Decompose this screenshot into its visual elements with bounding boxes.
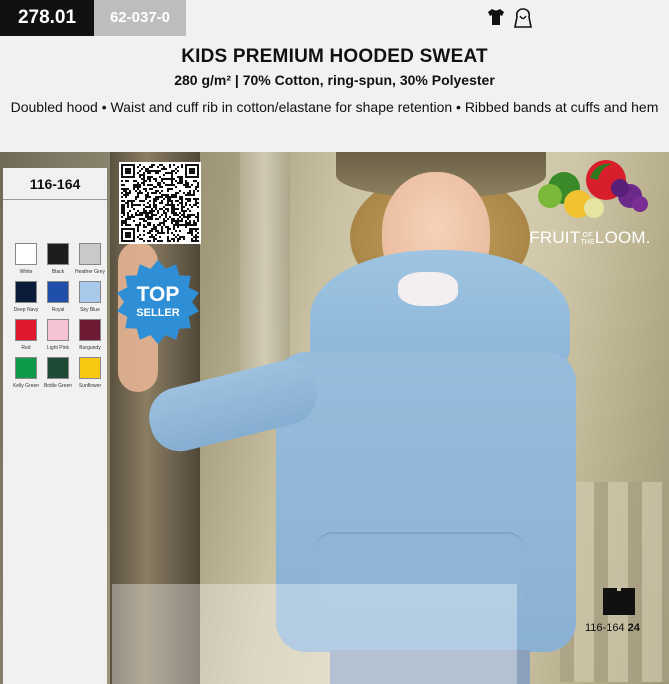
swatch-color-box	[15, 319, 37, 341]
color-swatch: Sky Blue	[74, 281, 106, 313]
swatch-label: Heather Grey	[74, 269, 105, 275]
swatch-label: Deep Navy	[13, 307, 39, 313]
product-description: Doubled hood • Waist and cuff rib in cot…	[10, 99, 659, 115]
swatch-label: Royal	[51, 307, 65, 313]
color-swatch: Bottle Green	[42, 357, 74, 389]
pack-label: 116-164 24	[585, 622, 640, 634]
product-subtitle: 280 g/m² | 70% Cotton, ring-spun, 30% Po…	[174, 72, 495, 88]
product-type-icons	[486, 7, 534, 29]
swatch-label: Red	[21, 345, 31, 351]
color-swatch: Heather Grey	[74, 243, 106, 275]
pack-quantity: 24	[627, 622, 640, 634]
pack-info: 116-164 24	[585, 586, 665, 638]
color-swatch: Red	[10, 319, 42, 351]
swatch-color-box	[47, 243, 69, 265]
supplier-code: 62-037-0	[94, 0, 186, 36]
swatch-label: Sky Blue	[80, 307, 100, 313]
fruit-cluster-icon	[538, 160, 648, 218]
swatch-color-box	[79, 243, 101, 265]
swatch-color-box	[15, 357, 37, 379]
qr-code	[119, 162, 201, 244]
color-swatch: Deep Navy	[10, 281, 42, 313]
swatch-label: Bottle Green	[43, 383, 73, 389]
color-swatch: Light Pink	[42, 319, 74, 351]
brand-name: FRUIT OF THELOOM.	[529, 228, 651, 247]
swatch-color-box	[15, 281, 37, 303]
top-seller-badge: TOP SELLER	[115, 259, 201, 345]
color-swatch: Black	[42, 243, 74, 275]
badge-line1: TOP	[136, 283, 180, 306]
product-title: KIDS PREMIUM HOODED SWEAT	[181, 46, 488, 67]
article-number: 278.01	[0, 0, 94, 36]
swatch-color-box	[47, 357, 69, 379]
badge-line2: SELLER	[136, 307, 180, 319]
fruit-of-the-loom-logo: FRUIT OF THELOOM.	[520, 158, 660, 250]
swatch-color-box	[15, 243, 37, 265]
pack-sizes: 116-164	[585, 622, 625, 634]
swatch-label: White	[19, 269, 33, 275]
color-swatches: White Black Heather Grey Deep Navy Royal Sky …	[10, 243, 106, 389]
tshirt-icon	[486, 7, 506, 29]
swatch-color-box	[47, 319, 69, 341]
color-swatch: Burgundy	[74, 319, 106, 351]
qr-code-graphic	[119, 162, 201, 244]
color-swatch: White	[10, 243, 42, 275]
swatch-color-box	[79, 357, 101, 379]
shirt-collar	[398, 272, 458, 306]
photo-overlay	[112, 584, 517, 684]
color-swatch: Royal	[42, 281, 74, 313]
swatch-label: Black	[51, 269, 65, 275]
swatch-label: Kelly Green	[12, 383, 40, 389]
size-range: 116-164	[3, 168, 107, 200]
swatch-color-box	[47, 281, 69, 303]
carton-icon	[603, 588, 635, 615]
swatch-color-box	[79, 281, 101, 303]
hood-icon	[512, 7, 534, 29]
swatch-label: Light Pink	[47, 345, 69, 351]
swatch-label: Sunflower	[78, 383, 102, 389]
size-color-panel: 116-164 White Black Heather Grey Deep Navy R…	[3, 168, 107, 684]
color-swatch: Sunflower	[74, 357, 106, 389]
color-swatch: Kelly Green	[10, 357, 42, 389]
background-fence	[560, 482, 669, 682]
header-band: 278.01 62-037-0 KIDS PREMIUM HOODED SWEA…	[0, 0, 669, 152]
swatch-label: Burgundy	[79, 345, 101, 351]
swatch-color-box	[79, 319, 101, 341]
